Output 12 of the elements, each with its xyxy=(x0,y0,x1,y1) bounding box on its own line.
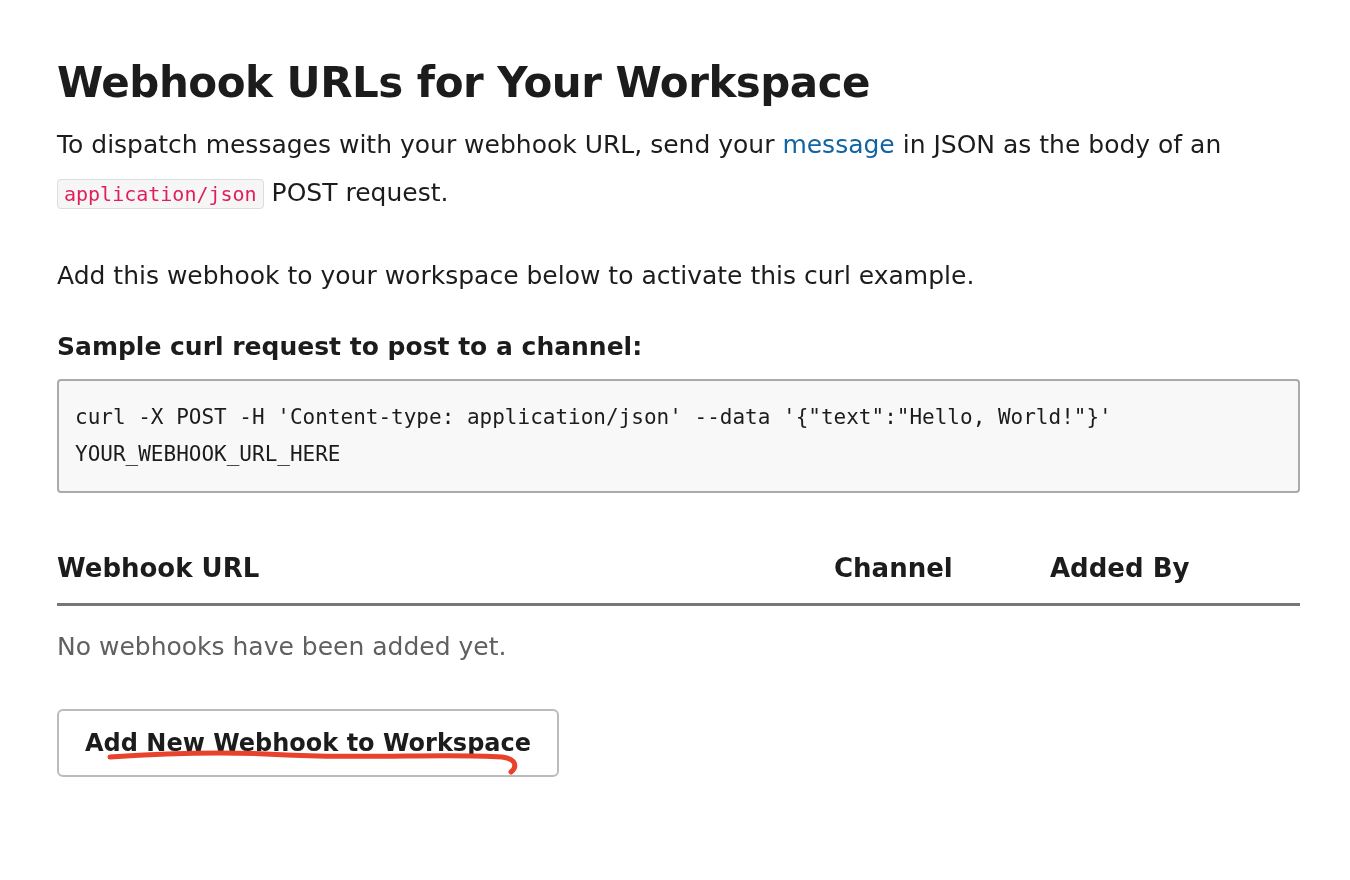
message-link[interactable]: message xyxy=(782,130,895,159)
activation-note: Add this webhook to your workspace below to activate this curl example. xyxy=(57,260,976,292)
curl-command: curl -X POST -H 'Content-type: application/json' --data '{"text":"Hello, World!"}' YOUR_WEBHOOK_URL_HERE xyxy=(75,404,1113,468)
column-header: Added By xyxy=(1050,553,1191,583)
intro-paragraph: To dispatch messages with your webhook URL, send your message in JSON as the body of an application/json POST request. xyxy=(57,129,1223,211)
empty-message: No webhooks have been added yet. xyxy=(57,632,508,661)
inline-code: application/json xyxy=(57,179,264,209)
page-title: Webhook URLs for Your Workspace xyxy=(57,58,872,107)
column-header: Webhook URL xyxy=(57,553,261,583)
sample-heading: Sample curl request to post to a channel: xyxy=(57,332,644,361)
add-webhook-button[interactable]: Add New Webhook to Workspace xyxy=(57,709,559,777)
column-header: Channel xyxy=(834,553,954,583)
